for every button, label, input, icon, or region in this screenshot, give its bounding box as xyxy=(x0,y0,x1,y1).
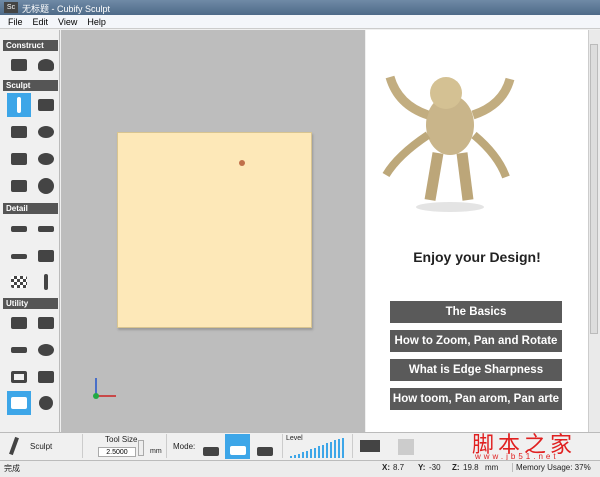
caliper-icon[interactable] xyxy=(360,440,380,452)
view-tool-icon[interactable] xyxy=(7,391,31,415)
emboss-tool-icon[interactable] xyxy=(7,217,31,241)
help-button-glitched[interactable]: How toom, Pan arom, Pan arte xyxy=(390,388,562,410)
menu-edit[interactable]: Edit xyxy=(33,17,49,27)
paint-tool-icon[interactable] xyxy=(34,270,58,294)
menu-file[interactable]: File xyxy=(8,17,23,27)
app-icon: Sc xyxy=(4,2,18,13)
x-label: X: xyxy=(382,463,390,472)
texture-tool-icon[interactable] xyxy=(7,270,31,294)
symmetry-icon[interactable] xyxy=(398,439,414,455)
panel-heading: Enjoy your Design! xyxy=(413,249,541,265)
mode-sculpt-button[interactable] xyxy=(200,436,222,456)
grab-tool-icon[interactable] xyxy=(7,174,31,198)
mode-label: Mode: xyxy=(173,442,196,451)
measure-tool-icon[interactable] xyxy=(7,338,31,362)
title-bar: 无标题 - Cubify Sculpt xyxy=(0,0,600,15)
grid-tool-icon[interactable] xyxy=(7,311,31,335)
mode-add-button[interactable] xyxy=(225,434,250,459)
level-slider[interactable] xyxy=(290,438,346,458)
monster-model-image xyxy=(382,75,515,212)
status-text: 完成 xyxy=(4,464,20,473)
scrollbar-thumb[interactable] xyxy=(590,44,598,334)
tool-size-label: Tool Size xyxy=(105,435,138,444)
x-value: 8.7 xyxy=(393,463,405,472)
menu-view[interactable]: View xyxy=(58,17,77,27)
tool-size-stepper[interactable] xyxy=(138,440,144,456)
z-label: Z: xyxy=(452,463,460,472)
memory-usage: Memory Usage: 37% xyxy=(512,463,591,472)
y-label: Y: xyxy=(418,463,426,472)
settings-gear-icon[interactable] xyxy=(34,391,58,415)
current-tool-label: Sculpt xyxy=(30,442,53,451)
menu-help[interactable]: Help xyxy=(87,17,106,27)
reduce-tool-icon[interactable] xyxy=(34,338,58,362)
import-tool-icon[interactable] xyxy=(7,53,31,77)
axis-gizmo-icon xyxy=(93,378,116,399)
section-construct: Construct xyxy=(3,40,58,51)
dice-tool-icon[interactable] xyxy=(34,311,58,335)
status-bar xyxy=(0,460,600,477)
cut-tool-icon[interactable] xyxy=(34,120,58,144)
cube-tool-icon[interactable] xyxy=(34,365,58,389)
section-utility: Utility xyxy=(3,298,58,309)
primitive-tool-icon[interactable] xyxy=(34,53,58,77)
tool-size-input[interactable] xyxy=(98,447,136,457)
help-button-edge-sharpness[interactable]: What is Edge Sharpness xyxy=(390,359,562,381)
edge-tool-icon[interactable] xyxy=(34,244,58,268)
frame-tool-icon[interactable] xyxy=(7,365,31,389)
model-block[interactable] xyxy=(117,132,312,328)
move-tool-icon[interactable] xyxy=(34,147,58,171)
y-value: -30 xyxy=(429,463,441,472)
smooth-tool-icon[interactable] xyxy=(7,120,31,144)
brush-cursor xyxy=(239,160,245,166)
section-sculpt: Sculpt xyxy=(3,80,58,91)
pen-tool-icon[interactable] xyxy=(7,244,31,268)
sphere-tool-icon[interactable] xyxy=(34,174,58,198)
deboss-tool-icon[interactable] xyxy=(34,217,58,241)
push-pull-icon[interactable] xyxy=(34,93,58,117)
menu-bar: File Edit View Help xyxy=(0,15,600,29)
tool-size-unit: mm xyxy=(150,448,162,455)
section-detail: Detail xyxy=(3,203,58,214)
flatten-tool-icon[interactable] xyxy=(7,147,31,171)
sculpt-brush-icon[interactable] xyxy=(7,93,31,117)
help-button-zoom-pan-rotate[interactable]: How to Zoom, Pan and Rotate xyxy=(390,330,562,352)
window-title: 无标题 - Cubify Sculpt xyxy=(22,4,111,14)
z-value: 19.8 xyxy=(463,463,479,472)
mode-subtract-button[interactable] xyxy=(254,436,276,456)
help-button-basics[interactable]: The Basics xyxy=(390,301,562,323)
z-unit: mm xyxy=(485,463,499,472)
